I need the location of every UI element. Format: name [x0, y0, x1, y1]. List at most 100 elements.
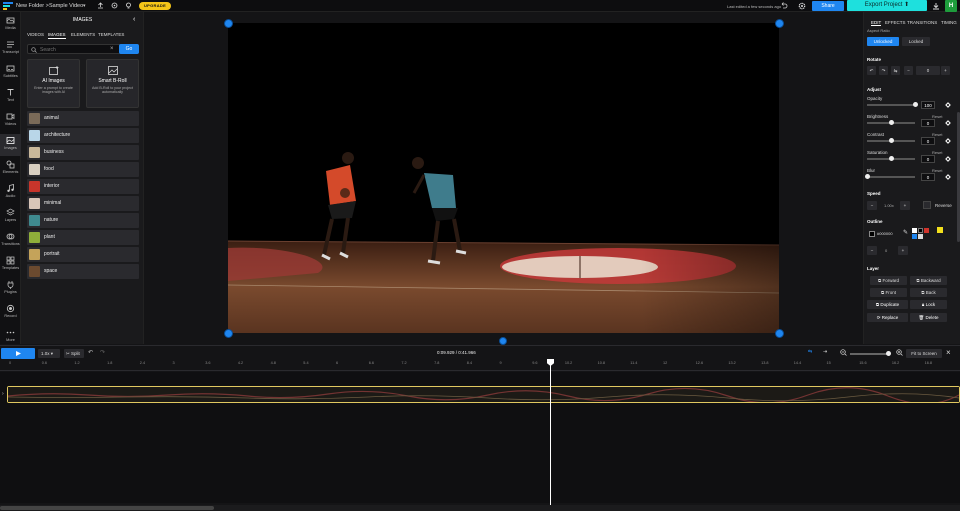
- category-item[interactable]: architecture: [27, 128, 139, 143]
- blur-slider-knob[interactable]: [865, 174, 870, 179]
- export-project-button[interactable]: Export Project ⬆: [847, 0, 927, 11]
- play-button[interactable]: [1, 348, 35, 359]
- category-item[interactable]: food: [27, 162, 139, 177]
- outline-minus-button[interactable]: −: [867, 246, 877, 255]
- resize-handle-top-left[interactable]: [224, 19, 233, 28]
- opacity-slider[interactable]: [867, 104, 915, 106]
- rail-item-audio[interactable]: Audio: [0, 182, 21, 204]
- rotate-plus-button[interactable]: +: [941, 66, 950, 75]
- brightness-value[interactable]: 0: [921, 119, 935, 127]
- rotate-minus-button[interactable]: −: [904, 66, 913, 75]
- contrast-slider-knob[interactable]: [889, 138, 894, 143]
- color-swatch-black[interactable]: [918, 228, 923, 233]
- folder-breadcrumb[interactable]: New Folder >: [16, 3, 49, 9]
- category-item[interactable]: space: [27, 264, 139, 279]
- color-swatch-red[interactable]: [924, 228, 929, 233]
- tab-edit[interactable]: EDIT: [871, 20, 882, 26]
- flip-button[interactable]: ⇋: [891, 66, 900, 75]
- tab-effects[interactable]: EFFECTS: [885, 20, 906, 25]
- rail-item-templates[interactable]: Templates: [0, 254, 21, 276]
- rail-item-images[interactable]: Images: [0, 134, 21, 156]
- speed-plus-button[interactable]: +: [900, 201, 910, 210]
- undo-icon[interactable]: [780, 2, 788, 9]
- smart-broll-card[interactable]: Smart B-Roll Add B-Roll to your project …: [86, 59, 139, 108]
- rotate-handle[interactable]: [499, 337, 507, 345]
- rail-item-elements[interactable]: Elements: [0, 158, 21, 180]
- category-item[interactable]: interior: [27, 179, 139, 194]
- rail-item-layers[interactable]: Layers: [0, 206, 21, 228]
- rotate-value[interactable]: 0: [916, 66, 940, 75]
- tab-images[interactable]: IMAGES: [48, 32, 66, 39]
- keyframe-diamond-icon[interactable]: [945, 102, 951, 108]
- forward-button[interactable]: ⧉ Forward: [870, 276, 907, 285]
- rail-item-videos[interactable]: Videos: [0, 110, 21, 132]
- color-swatch-white[interactable]: [912, 228, 917, 233]
- front-button[interactable]: ⧉ Front: [870, 288, 907, 297]
- contrast-value[interactable]: 0: [921, 137, 935, 145]
- keyframe-diamond-icon[interactable]: [945, 174, 951, 180]
- playback-speed-select[interactable]: 1.0x ▾: [38, 349, 60, 358]
- rail-item-transcript[interactable]: Transcript: [0, 38, 21, 60]
- zoom-slider[interactable]: [850, 353, 890, 355]
- chevron-down-icon[interactable]: ▾: [83, 3, 86, 9]
- rail-item-text[interactable]: Text: [0, 86, 21, 108]
- share-button[interactable]: Share: [812, 1, 844, 11]
- resize-handle-bottom-left[interactable]: [224, 329, 233, 338]
- gear-icon[interactable]: [798, 2, 806, 10]
- brightness-slider-knob[interactable]: [889, 120, 894, 125]
- blur-value[interactable]: 0: [921, 173, 935, 181]
- rail-item-transitions[interactable]: Transitions: [0, 230, 21, 252]
- track-chevron-icon[interactable]: ›: [2, 391, 4, 397]
- rail-item-plugins[interactable]: Plugins: [0, 278, 21, 300]
- delete-button[interactable]: 🗑︎ Delete: [910, 313, 947, 322]
- zoom-out-icon[interactable]: [840, 349, 847, 356]
- upload-icon[interactable]: [97, 2, 104, 9]
- lock-button[interactable]: 🔒︎ Lock: [910, 300, 947, 309]
- outline-color-swatch[interactable]: [869, 231, 875, 237]
- unlocked-button[interactable]: Unlocked: [867, 37, 899, 46]
- zoom-in-icon[interactable]: [896, 349, 903, 356]
- backward-button[interactable]: ⧉ Backward: [910, 276, 947, 285]
- rail-item-media[interactable]: Media: [0, 14, 21, 36]
- ai-images-card[interactable]: AI Images Enter a prompt to create image…: [27, 59, 80, 108]
- tab-elements[interactable]: ELEMENTS: [71, 32, 95, 37]
- bulb-icon[interactable]: [125, 2, 132, 9]
- speed-minus-button[interactable]: −: [867, 201, 877, 210]
- reverse-checkbox[interactable]: [923, 201, 931, 209]
- opacity-value[interactable]: 100: [921, 101, 935, 109]
- tab-templates[interactable]: TEMPLATES: [98, 32, 124, 37]
- split-button[interactable]: ✂ Split: [64, 349, 84, 358]
- outline-plus-button[interactable]: +: [898, 246, 908, 255]
- opacity-slider-knob[interactable]: [913, 102, 918, 107]
- resize-handle-bottom-right[interactable]: [775, 329, 784, 338]
- collapse-panel-icon[interactable]: ‹: [133, 16, 135, 23]
- category-item[interactable]: portrait: [27, 247, 139, 262]
- category-item[interactable]: animal: [27, 111, 139, 126]
- fit-to-screen-button[interactable]: Fit to Screen: [906, 349, 942, 358]
- playhead[interactable]: [550, 359, 551, 511]
- video-track-clip[interactable]: [7, 386, 960, 403]
- redo-icon[interactable]: ↷: [100, 349, 105, 356]
- project-name[interactable]: Sample Video: [49, 3, 83, 9]
- scrollbar-thumb[interactable]: [0, 506, 214, 510]
- saturation-value[interactable]: 0: [921, 155, 935, 163]
- trim-icon[interactable]: ⇥: [823, 349, 827, 355]
- locked-button[interactable]: Locked: [902, 37, 930, 46]
- snap-icon[interactable]: ⇆: [808, 349, 812, 355]
- category-item[interactable]: nature: [27, 213, 139, 228]
- rotate-right-button[interactable]: ↷: [879, 66, 888, 75]
- zoom-slider-knob[interactable]: [886, 351, 891, 356]
- rotate-left-button[interactable]: ↶: [867, 66, 876, 75]
- timeline-scrollbar[interactable]: [0, 505, 960, 511]
- category-item[interactable]: business: [27, 145, 139, 160]
- keyframe-diamond-icon[interactable]: [945, 120, 951, 126]
- color-swatch-blue[interactable]: [912, 234, 917, 239]
- undo-icon[interactable]: ↶: [88, 349, 93, 356]
- color-swatch-yellow[interactable]: [937, 227, 943, 233]
- eyedropper-icon[interactable]: ✎: [903, 229, 908, 236]
- go-button[interactable]: Go: [119, 44, 139, 54]
- rail-item-subtitles[interactable]: Subtitles: [0, 62, 21, 84]
- color-swatch-gray[interactable]: [918, 234, 923, 239]
- category-item[interactable]: plant: [27, 230, 139, 245]
- upgrade-button[interactable]: UPGRADE: [139, 2, 171, 10]
